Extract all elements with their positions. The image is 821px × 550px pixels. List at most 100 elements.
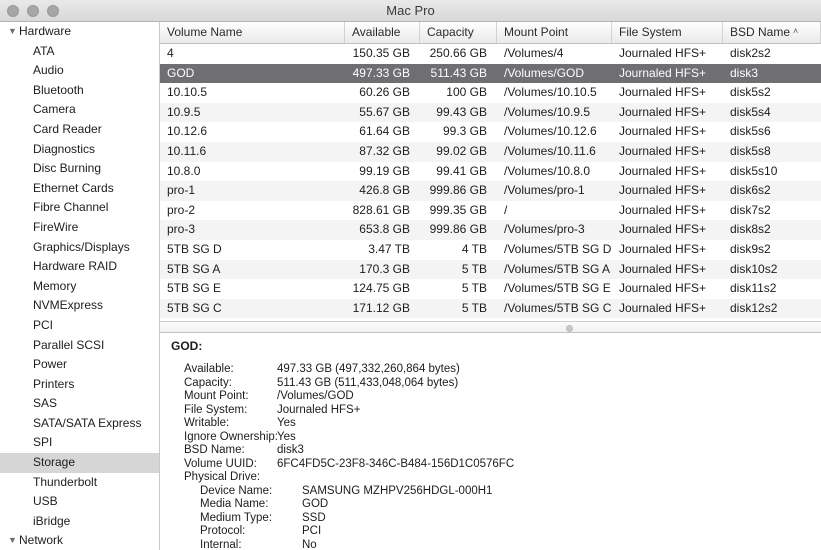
volumes-table[interactable]: 4 150.35 GB 250.66 GB/Volumes/4 Journaled H… [160,44,821,321]
table-row[interactable]: 5TB SG A 170.3 GB 5 TB/Volumes/5TB SG A Jou… [160,259,821,280]
sidebar-item-usb[interactable]: USB [0,492,159,512]
cell-bsd-name: disk6s2 [730,183,771,198]
sidebar[interactable]: ▼ Hardware ATA Audio Bluetooth Camera Card Rea… [0,22,160,550]
sidebar-item-ata[interactable]: ATA [0,42,159,62]
sidebar-item-label: Bluetooth [33,82,84,97]
sidebar-item-label: Storage [33,455,76,470]
sidebar-item-hardware-raid[interactable]: Hardware RAID [0,257,159,277]
sidebar-item-pci[interactable]: PCI [0,316,159,336]
sidebar-item-bluetooth[interactable]: Bluetooth [0,81,159,101]
detail-value: GOD [302,498,329,510]
detail-value: Yes [277,430,296,443]
sidebar-item-firewire[interactable]: FireWire [0,218,159,238]
table-row[interactable]: 10.12.6 61.64 GB 99.3 GB/Volumes/10.12.6 Jo… [160,122,821,142]
detail-label: Volume UUID: [184,457,257,470]
cell-file-system: Journaled HFS+ [619,85,707,100]
table-row[interactable]: GOD 497.33 GB 511.43 GB/Volumes/GOD Journal… [160,63,821,84]
sort-ascending-icon: ˄ [793,26,799,36]
sidebar-item-label: Graphics/Displays [33,239,130,254]
table-row[interactable]: 5TB SG E 124.75 GB 5 TB/Volumes/5TB SG E Jo… [160,279,821,299]
column-header-volume-name[interactable]: Volume Name [160,22,345,43]
table-header: Volume Name Available Capacity Mount Point F… [160,22,821,44]
cell-available: 497.33 GB [352,65,410,80]
detail-value: SSD [302,511,326,524]
sidebar-item-label: Printers [33,376,75,391]
detail-value: PCI [302,525,322,537]
sidebar-item-graphics-displays[interactable]: Graphics/Displays [0,238,159,258]
pane-splitter[interactable] [160,321,821,333]
cell-capacity: 99.02 GB [436,143,487,158]
cell-mount-point: /Volumes/5TB SG C [504,300,612,315]
cell-bsd-name: disk5s2 [730,85,771,100]
column-header-mount-point[interactable]: Mount Point [497,22,612,43]
window-titlebar: Mac Pro [0,0,821,22]
table-row[interactable]: pro-3 653.8 GB 999.86 GB/Volumes/pro-3 Jour… [160,220,821,240]
detail-label: Available: [184,363,234,375]
cell-capacity: 5 TB [461,300,487,315]
detail-value: 6FC4FD5C-23F8-346C-B484-156D1C0576FC [277,457,515,470]
detail-value: 511.43 GB (511,433,048,064 bytes) [277,376,459,389]
table-row[interactable]: 10.9.5 55.67 GB 99.43 GB/Volumes/10.9.5 Jou… [160,102,821,123]
sidebar-item-sata-sata-express[interactable]: SATA/SATA Express [0,414,159,434]
table-row[interactable]: 5TB SG D 3.47 TB 4 TB/Volumes/5TB SG D Jour… [160,239,821,260]
cell-capacity: 999.86 GB [429,183,487,198]
sidebar-item-printers[interactable]: Printers [0,375,159,395]
sidebar-item-power[interactable]: Power [0,355,159,375]
table-row[interactable]: 10.8.0 99.19 GB 99.41 GB/Volumes/10.8.0 Jou… [160,161,821,182]
sidebar-item-label: ATA [33,43,55,58]
cell-mount-point: /Volumes/5TB SG A [504,261,611,276]
column-header-available[interactable]: Available [345,22,420,43]
sidebar-item-thunderbolt[interactable]: Thunderbolt [0,473,159,493]
cell-mount-point: /Volumes/10.12.6 [504,124,597,139]
cell-bsd-name: disk5s4 [730,104,771,119]
cell-capacity: 999.86 GB [429,222,487,237]
cell-available: 426.8 GB [359,183,410,198]
sidebar-item-nvmexpress[interactable]: NVMExpress [0,296,159,316]
table-row[interactable]: pro-2 828.61 GB 999.35 GB / Journaled HFS+ di… [160,200,821,221]
sidebar-item-spi[interactable]: SPI [0,433,159,453]
detail-title: GOD: [171,339,203,353]
sidebar-item-ibridge[interactable]: iBridge [0,512,159,532]
table-row[interactable]: pro-1 426.8 GB 999.86 GB/Volumes/pro-1 Jour… [160,181,821,201]
detail-row: Mount Point: /Volumes/GOD [160,390,821,404]
cell-available: 99.19 GB [359,163,410,178]
table-row[interactable]: 10.11.6 87.32 GB 99.02 GB/Volumes/10.11.6 J… [160,141,821,162]
sidebar-item-fibre-channel[interactable]: Fibre Channel [0,198,159,218]
sidebar-item-ethernet-cards[interactable]: Ethernet Cards [0,179,159,199]
sidebar-item-sas[interactable]: SAS [0,394,159,414]
table-row[interactable]: 10.10.5 60.26 GB 100 GB/Volumes/10.10.5 Jou… [160,83,821,103]
detail-label: Writable: [184,417,230,429]
disclosure-triangle-icon[interactable]: ▼ [8,531,19,550]
column-header-bsd-name[interactable]: BSD Name ˄ [723,22,821,43]
cell-file-system: Journaled HFS+ [619,222,707,237]
detail-label: Media Name: [200,498,269,510]
table-row[interactable]: 5TB SG C 171.12 GB 5 TB/Volumes/5TB SG C Jo… [160,298,821,319]
column-header-capacity[interactable]: Capacity [420,22,497,43]
sidebar-item-hardware[interactable]: ▼ Hardware [0,22,159,42]
sidebar-item-camera[interactable]: Camera [0,100,159,120]
disclosure-triangle-icon[interactable]: ▼ [8,22,19,42]
detail-row: BSD Name: disk3 [160,444,821,458]
sidebar-item-parallel-scsi[interactable]: Parallel SCSI [0,336,159,356]
sidebar-item-audio[interactable]: Audio [0,61,159,81]
table-row[interactable]: 4 150.35 GB 250.66 GB/Volumes/4 Journaled H… [160,44,821,64]
sidebar-item-storage[interactable]: Storage [0,453,159,473]
sidebar-item-network[interactable]: ▼ Network [0,531,159,550]
cell-capacity: 99.41 GB [436,163,487,178]
sidebar-item-label: Power [33,357,68,372]
sidebar-item-label: Fibre Channel [33,200,109,215]
sidebar-item-label: PCI [33,317,54,332]
sidebar-item-memory[interactable]: Memory [0,277,159,297]
cell-bsd-name: disk12s2 [730,300,778,315]
detail-label: Protocol: [200,525,246,537]
cell-capacity: 99.43 GB [436,104,487,119]
splitter-handle-dot[interactable] [566,325,573,332]
sidebar-item-diagnostics[interactable]: Diagnostics [0,140,159,160]
column-header-file-system[interactable]: File System [612,22,723,43]
sidebar-item-label: Memory [33,278,77,293]
sidebar-item-card-reader[interactable]: Card Reader [0,120,159,140]
sidebar-item-disc-burning[interactable]: Disc Burning [0,159,159,179]
detail-value: Yes [277,417,296,429]
cell-capacity: 5 TB [461,281,487,296]
cell-file-system: Journaled HFS+ [619,104,707,119]
